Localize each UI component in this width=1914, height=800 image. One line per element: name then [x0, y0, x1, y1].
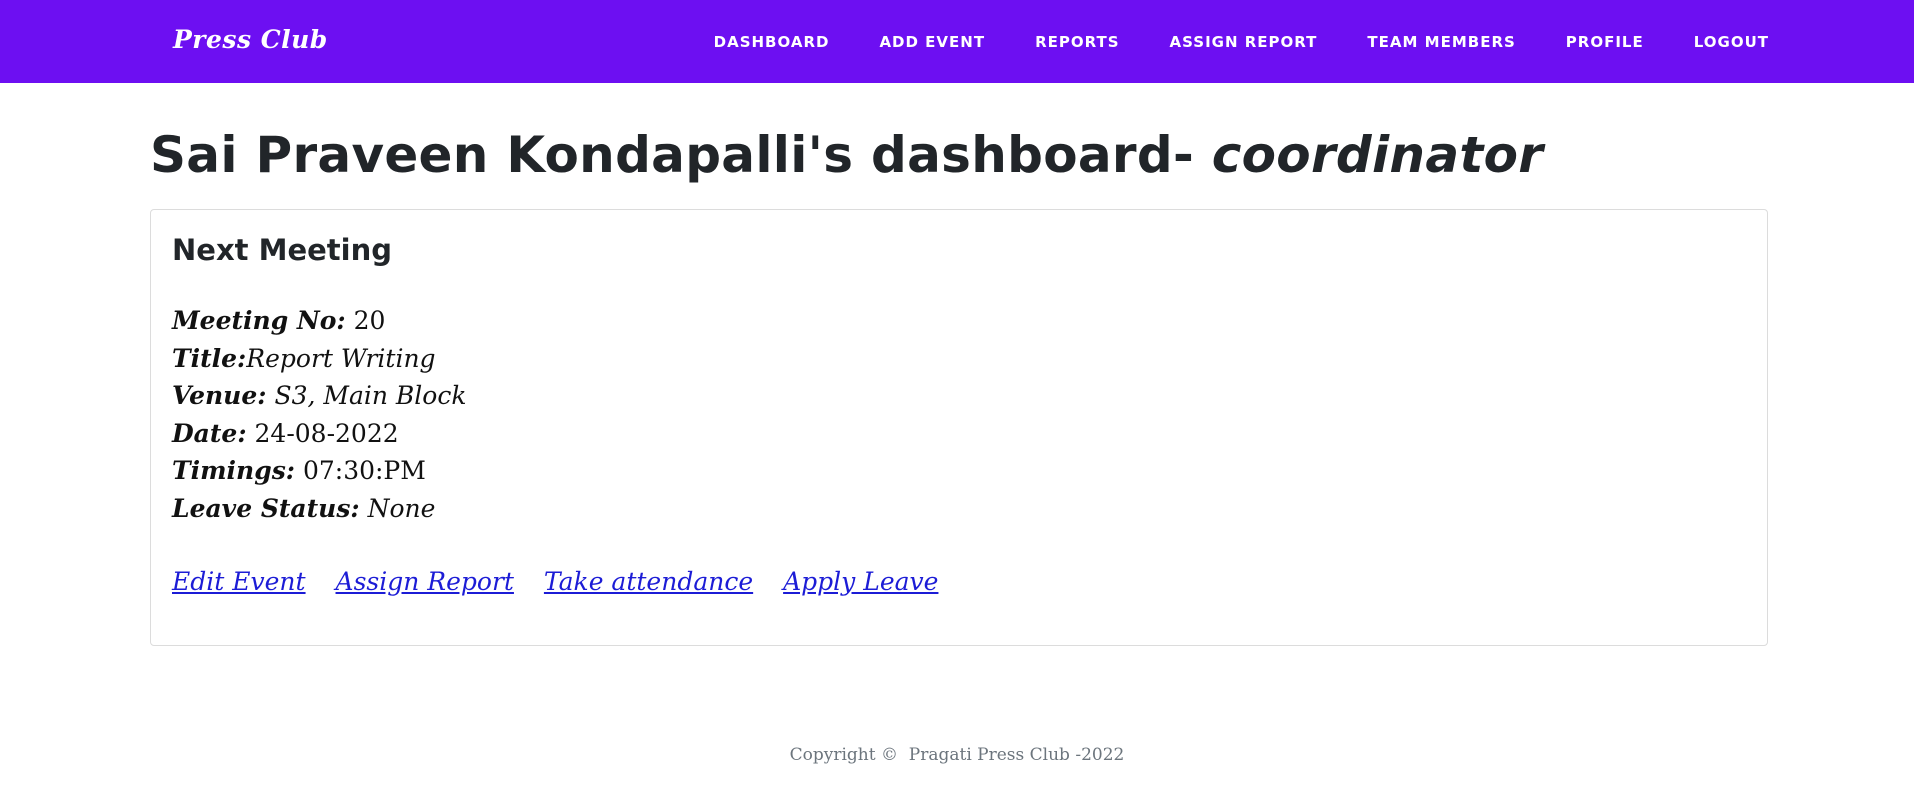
nav-link-team-members[interactable]: TEAM MEMBERS — [1367, 33, 1515, 51]
assign-report-link[interactable]: Assign Report — [336, 567, 514, 596]
venue-label: Venue: — [172, 381, 267, 410]
page-title-role: coordinator — [1211, 126, 1544, 184]
leave-status-value: None — [359, 493, 436, 523]
venue-value: S3, Main Block — [266, 381, 467, 410]
title-value: Report Writing — [246, 343, 436, 373]
meeting-no-label: Meeting No: — [172, 306, 346, 335]
meeting-details: Meeting No: 20 Title:Report Writing Venu… — [172, 302, 467, 527]
venue-row: Venue: S3, Main Block — [172, 377, 467, 415]
date-value: 24-08-2022 — [246, 418, 399, 448]
nav-link-reports[interactable]: REPORTS — [1035, 33, 1119, 51]
next-meeting-card: Next Meeting Meeting No: 20 Title:Report… — [150, 209, 1768, 646]
leave-status-label: Leave Status: — [172, 493, 360, 523]
card-heading: Next Meeting — [172, 233, 393, 267]
edit-event-link[interactable]: Edit Event — [172, 567, 306, 596]
nav-links: DASHBOARD ADD EVENT REPORTS ASSIGN REPOR… — [714, 0, 1769, 83]
footer-copyright: Copyright © Pragati Press Club -2022 — [789, 745, 1125, 765]
nav-link-profile[interactable]: PROFILE — [1566, 33, 1644, 51]
nav-link-assign-report[interactable]: ASSIGN REPORT — [1170, 33, 1318, 51]
nav-link-add-event[interactable]: ADD EVENT — [879, 33, 985, 51]
top-navbar: Press Club DASHBOARD ADD EVENT REPORTS A… — [0, 0, 1914, 83]
page-title: Sai Praveen Kondapalli's dashboard- coor… — [150, 122, 1543, 188]
nav-link-logout[interactable]: LOGOUT — [1694, 33, 1769, 51]
take-attendance-link[interactable]: Take attendance — [544, 567, 753, 596]
meeting-actions: Edit Event Assign Report Take attendance… — [172, 565, 960, 599]
date-row: Date: 24-08-2022 — [172, 415, 467, 453]
timings-label: Timings: — [172, 456, 296, 485]
meeting-no-row: Meeting No: 20 — [172, 302, 467, 340]
title-label: Title: — [172, 343, 247, 373]
timings-value: 07:30:PM — [295, 456, 426, 485]
brand-logo[interactable]: Press Club — [173, 18, 328, 62]
nav-link-dashboard[interactable]: DASHBOARD — [714, 33, 830, 51]
timings-row: Timings: 07:30:PM — [172, 452, 467, 490]
leave-status-row: Leave Status: None — [172, 490, 467, 528]
date-label: Date: — [172, 418, 247, 448]
page-title-name: Sai Praveen Kondapalli's dashboard- — [150, 126, 1212, 184]
apply-leave-link[interactable]: Apply Leave — [783, 567, 938, 596]
title-row: Title:Report Writing — [172, 340, 467, 378]
meeting-no-value: 20 — [345, 306, 386, 335]
